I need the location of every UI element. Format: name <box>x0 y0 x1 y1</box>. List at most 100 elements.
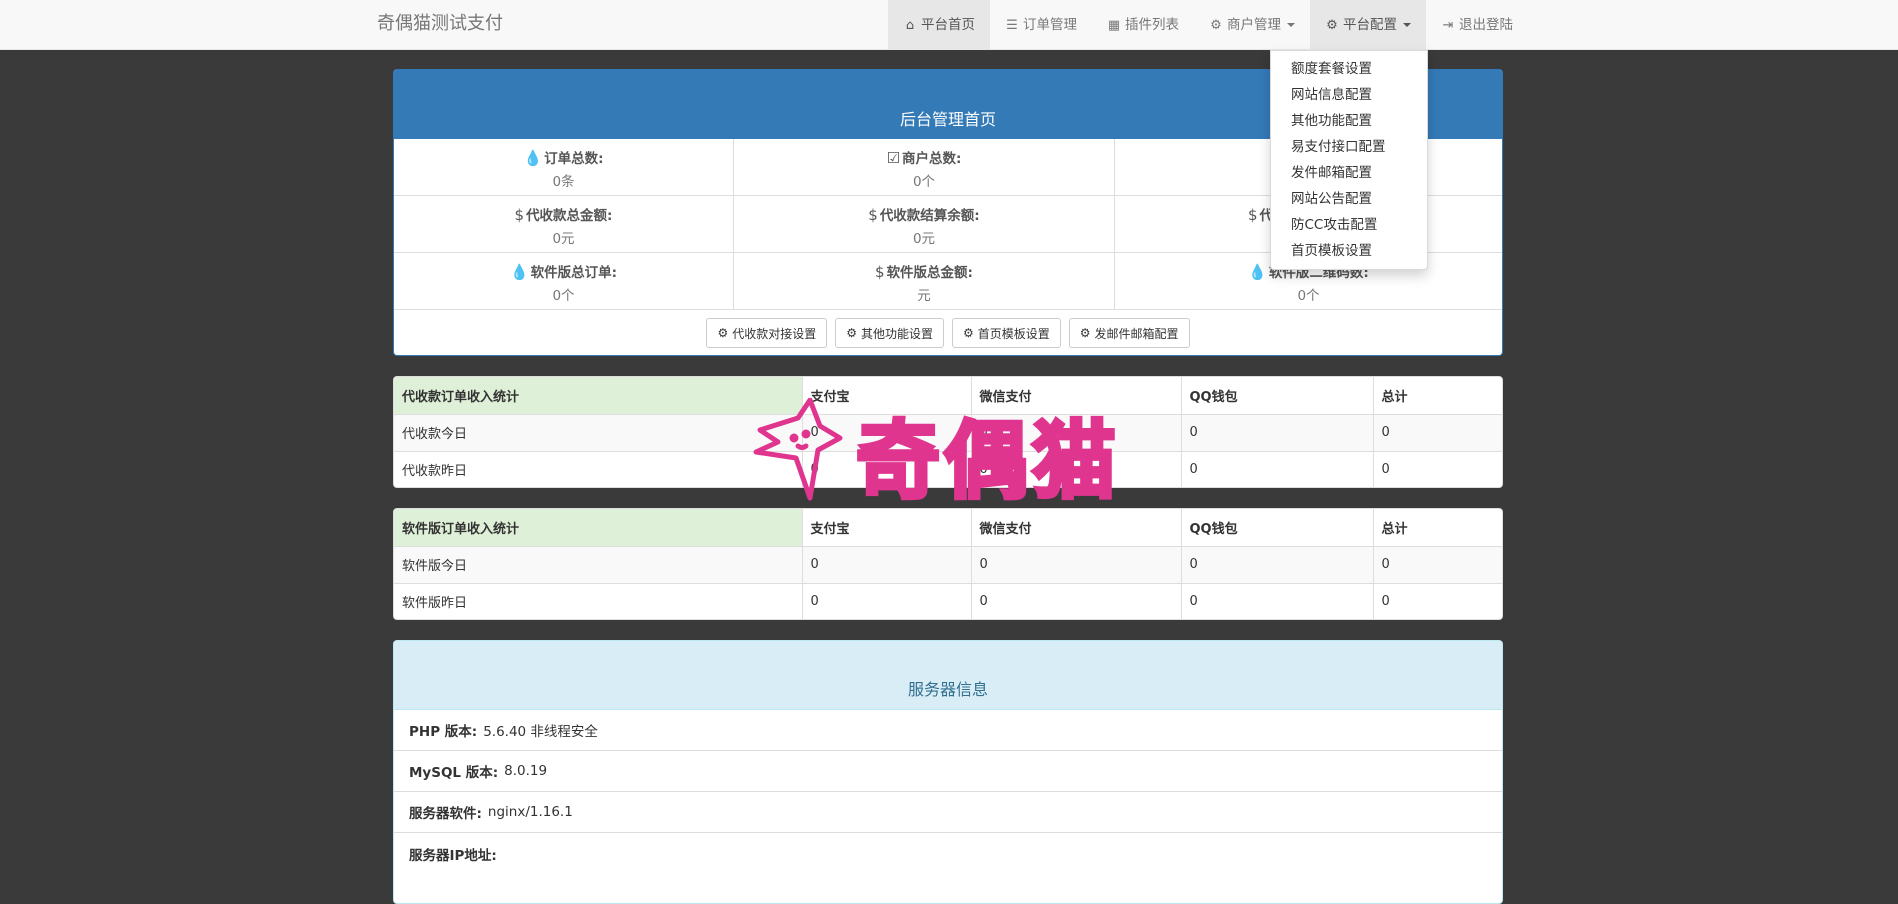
dropdown-item[interactable]: 易支付接口配置 <box>1271 134 1427 160</box>
table-cell: 0 <box>802 546 972 584</box>
table-cell: 0 <box>802 414 972 452</box>
dropdown-item[interactable]: 额度套餐设置 <box>1271 56 1427 82</box>
table-cell: 软件版今日 <box>394 546 803 584</box>
table-cell: 0 <box>1181 583 1374 619</box>
dollar-icon: $ <box>1248 206 1258 224</box>
info-value: 8.0.19 <box>504 763 548 779</box>
info-label: 服务器IP地址: <box>409 847 497 864</box>
drop-icon: 💧 <box>523 149 543 167</box>
logout-icon: ⇥ <box>1442 17 1454 33</box>
table-header: 支付宝 <box>802 377 972 415</box>
gear-icon: ⚙ <box>1079 326 1091 340</box>
stat-software-amount: $ 软件版总金额: 元 <box>734 253 1115 310</box>
gear-icon: ⚙ <box>846 326 857 340</box>
dropdown-item[interactable]: 防CC攻击配置 <box>1271 212 1427 238</box>
stat-value: 0条 <box>552 174 575 190</box>
nav-label: 平台首页 <box>921 16 975 33</box>
table-cell: 0 <box>1373 414 1502 452</box>
info-label: PHP 版本: <box>409 724 478 740</box>
stat-value: 0元 <box>912 231 936 247</box>
table-header: QQ钱包 <box>1181 377 1374 415</box>
table-cell: 0 <box>1373 546 1502 584</box>
table-cell: 代收款今日 <box>394 414 803 452</box>
brand-title[interactable]: 奇偶猫测试支付 <box>377 0 503 50</box>
caret-down-icon <box>1403 23 1411 27</box>
nav-orders[interactable]: ☰ 订单管理 <box>990 0 1092 50</box>
nav-home[interactable]: ⌂ 平台首页 <box>888 0 990 50</box>
quick-settings-buttons: ⚙ 代收款对接设置 ⚙ 其他功能设置 ⚙ 首页模板设置 ⚙ 发邮件邮箱配置 <box>394 310 1502 348</box>
table-cell: 0 <box>971 414 1182 452</box>
table-header: 软件版订单收入统计 <box>394 509 803 547</box>
server-software-row: 服务器软件: nginx/1.16.1 <box>394 792 1502 833</box>
stat-merchant-total: ☑ 商户总数: 0个 <box>734 139 1115 196</box>
main-nav: ⌂ 平台首页 ☰ 订单管理 ▦ 插件列表 ⚙ 商户管理 ⚙ 平台配置 ⇥ 退出登… <box>888 0 1528 50</box>
grid-icon: ▦ <box>1107 17 1121 33</box>
nav-plugins[interactable]: ▦ 插件列表 <box>1092 0 1194 50</box>
table-cell: 0 <box>1181 451 1374 487</box>
list-icon: ☰ <box>1006 17 1018 33</box>
table-header-row: 软件版订单收入统计 支付宝 微信支付 QQ钱包 总计 <box>394 509 1502 547</box>
stat-software-orders: 💧 软件版总订单: 0个 <box>394 253 734 310</box>
stat-collection-balance: $ 代收款结算余额: 0元 <box>734 196 1115 253</box>
table-cell: 0 <box>802 451 972 487</box>
mail-sender-settings-button[interactable]: ⚙ 发邮件邮箱配置 <box>1068 318 1190 348</box>
dropdown-item[interactable]: 发件邮箱配置 <box>1271 160 1427 186</box>
table-header: 代收款订单收入统计 <box>394 377 803 415</box>
mysql-version-row: MySQL 版本: 8.0.19 <box>394 751 1502 792</box>
button-label: 其他功能设置 <box>860 326 933 341</box>
info-label: 服务器软件: <box>409 806 482 822</box>
dollar-icon: $ <box>875 263 885 281</box>
nav-label: 插件列表 <box>1125 16 1179 33</box>
stat-order-total: 💧 订单总数: 0条 <box>394 139 734 196</box>
caret-down-icon <box>1287 23 1295 27</box>
other-function-settings-button[interactable]: ⚙ 其他功能设置 <box>835 318 944 348</box>
table-cell: 0 <box>1181 414 1374 452</box>
nav-merchants[interactable]: ⚙ 商户管理 <box>1194 0 1310 50</box>
platform-config-dropdown: 额度套餐设置 网站信息配置 其他功能配置 易支付接口配置 发件邮箱配置 网站公告… <box>1270 50 1428 270</box>
info-value: 5.6.40 非线程安全 <box>483 724 598 740</box>
table-cell: 0 <box>971 583 1182 619</box>
table-row: 软件版昨日 0 0 0 0 <box>394 583 1502 619</box>
stat-label: 代收款总金额: <box>526 208 613 224</box>
table-header: 微信支付 <box>971 509 1182 547</box>
software-income-table-panel: 软件版订单收入统计 支付宝 微信支付 QQ钱包 总计 软件版今日 0 0 0 0… <box>393 508 1503 620</box>
nav-logout[interactable]: ⇥ 退出登陆 <box>1426 0 1528 50</box>
collection-api-settings-button[interactable]: ⚙ 代收款对接设置 <box>706 318 828 348</box>
info-value: nginx/1.16.1 <box>487 804 573 820</box>
stat-value: 0个 <box>1297 288 1320 304</box>
nav-label: 平台配置 <box>1343 16 1397 33</box>
top-navbar: 奇偶猫测试支付 ⌂ 平台首页 ☰ 订单管理 ▦ 插件列表 ⚙ 商户管理 ⚙ 平台… <box>0 0 1898 50</box>
table-row: 代收款昨日 0 0 0 0 <box>394 451 1502 487</box>
dropdown-item[interactable]: 网站公告配置 <box>1271 186 1427 212</box>
nav-label: 退出登陆 <box>1459 16 1513 33</box>
dropdown-item[interactable]: 其他功能配置 <box>1271 108 1427 134</box>
collection-income-table: 代收款订单收入统计 支付宝 微信支付 QQ钱包 总计 代收款今日 0 0 0 0… <box>394 377 1502 487</box>
stat-value: 0元 <box>552 231 575 247</box>
button-label: 代收款对接设置 <box>732 326 817 341</box>
dropdown-item[interactable]: 网站信息配置 <box>1271 82 1427 108</box>
server-ip-row: 服务器IP地址: <box>394 833 1502 874</box>
button-label: 首页模板设置 <box>977 326 1050 341</box>
server-info-title: 服务器信息 <box>394 641 1502 710</box>
nav-platform-config[interactable]: ⚙ 平台配置 <box>1310 0 1426 50</box>
gear-icon: ⚙ <box>1210 17 1222 33</box>
stat-collection-total: $ 代收款总金额: 0元 <box>394 196 734 253</box>
table-cell: 0 <box>1381 594 1390 610</box>
stat-value: 0个 <box>912 174 936 190</box>
stat-label: 软件版总金额: <box>886 265 973 281</box>
table-cell: 0 <box>971 451 1182 487</box>
stat-label: 商户总数: <box>902 151 962 167</box>
homepage-template-settings-button[interactable]: ⚙ 首页模板设置 <box>952 318 1061 348</box>
dollar-icon: $ <box>514 206 525 224</box>
table-cell: 0 <box>971 546 1182 584</box>
table-row: 软件版今日 0 0 0 0 <box>394 546 1502 584</box>
drop-icon: 💧 <box>509 263 529 281</box>
gear-icon: ⚙ <box>717 326 729 340</box>
server-info-panel: 服务器信息 PHP 版本: 5.6.40 非线程安全 MySQL 版本: 8.0… <box>393 640 1503 904</box>
table-header: QQ钱包 <box>1181 509 1374 547</box>
drop-icon: 💧 <box>1248 263 1267 281</box>
table-cell: 软件版昨日 <box>394 583 803 619</box>
dropdown-item[interactable]: 首页模板设置 <box>1271 238 1427 264</box>
table-header-row: 代收款订单收入统计 支付宝 微信支付 QQ钱包 总计 <box>394 377 1502 415</box>
table-cell: 0 <box>1181 546 1374 584</box>
